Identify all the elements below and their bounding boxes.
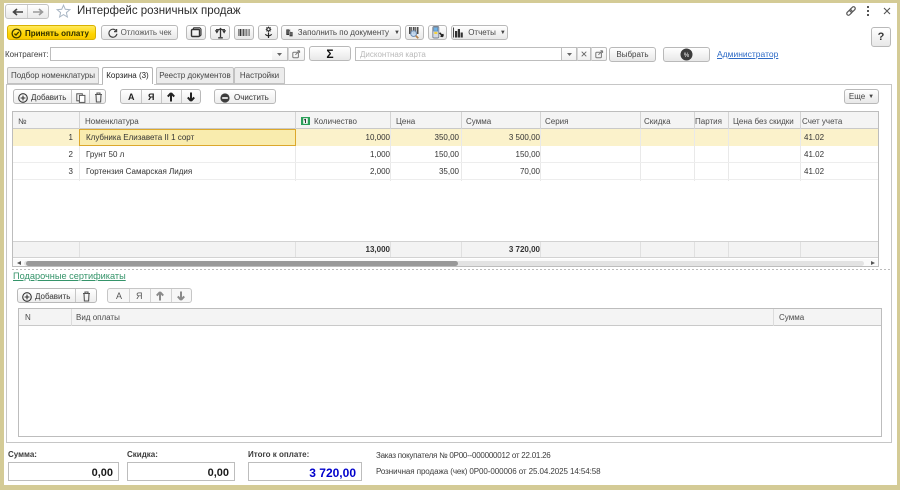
- svg-text:%: %: [684, 53, 690, 59]
